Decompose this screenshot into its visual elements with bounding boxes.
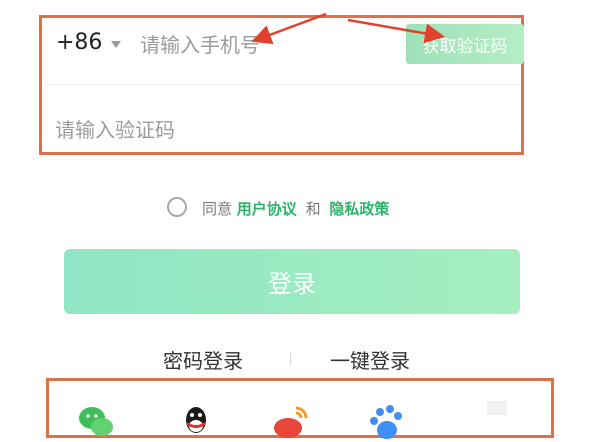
get-code-button[interactable]: 获取验证码 bbox=[406, 24, 524, 64]
agreement-row: 同意 用户协议 和 隐私政策 bbox=[202, 198, 389, 219]
qq-icon[interactable] bbox=[176, 402, 216, 442]
input-divider bbox=[44, 84, 519, 85]
agree-prefix: 同意 bbox=[202, 200, 233, 218]
phone-input[interactable] bbox=[140, 31, 390, 59]
agree-and: 和 bbox=[305, 200, 321, 218]
login-button[interactable]: 登录 bbox=[64, 249, 520, 314]
wechat-icon[interactable] bbox=[76, 402, 116, 442]
chevron-down-icon[interactable] bbox=[111, 41, 121, 48]
one-click-login-link[interactable]: 一键登录 bbox=[330, 345, 410, 374]
password-login-link[interactable]: 密码登录 bbox=[163, 345, 243, 374]
alt-login-divider bbox=[290, 352, 291, 366]
baidu-icon[interactable] bbox=[368, 402, 408, 442]
user-agreement-link[interactable]: 用户协议 bbox=[237, 200, 297, 218]
country-code-selector[interactable]: +86 bbox=[56, 30, 102, 55]
weibo-icon[interactable] bbox=[270, 402, 310, 442]
faint-mark bbox=[487, 401, 507, 415]
privacy-policy-link[interactable]: 隐私政策 bbox=[329, 200, 389, 218]
verification-code-input[interactable] bbox=[55, 116, 355, 144]
agree-radio[interactable] bbox=[167, 197, 187, 217]
